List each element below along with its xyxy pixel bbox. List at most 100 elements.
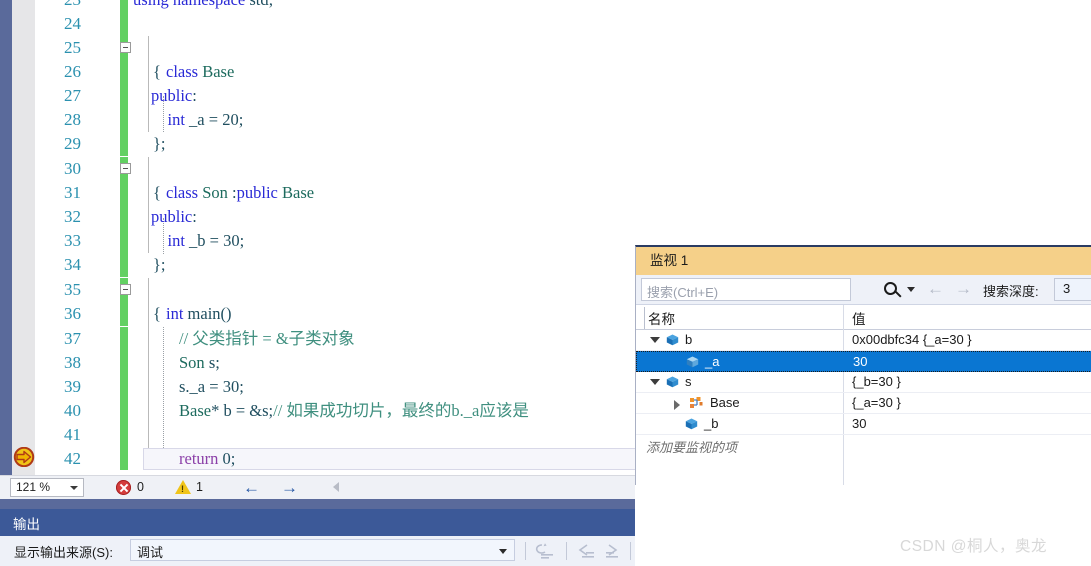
column-header-name[interactable]: 名称 (648, 308, 675, 328)
watch-row-value[interactable]: 30 (852, 416, 866, 431)
code-line[interactable]: 36 { (35, 302, 635, 327)
code-editor[interactable]: 23 using namespace std; 24 25 class Base… (35, 0, 635, 470)
search-depth-input[interactable]: 3 (1054, 278, 1091, 301)
collapse-toggle-icon[interactable] (120, 42, 131, 53)
editor-breakpoint-gutter[interactable] (12, 0, 35, 499)
toolbar-separator (525, 542, 526, 560)
code-text: public: (151, 207, 197, 226)
watch-row-selected[interactable]: _a 30 (636, 351, 1091, 372)
output-pane-toolbar: 显示输出来源(S): 调试 (0, 536, 635, 566)
line-number: 32 (64, 207, 81, 226)
zoom-level-combo[interactable]: 121 % (10, 478, 84, 497)
chevron-down-icon[interactable] (499, 549, 507, 554)
code-line[interactable]: 28 int _a = 20; (35, 108, 635, 133)
watch-search-input[interactable]: 搜索(Ctrl+E) (641, 278, 851, 301)
line-number: 40 (64, 401, 81, 420)
watch-add-item-row[interactable]: 添加要监视的项 (636, 435, 1091, 456)
line-number: 38 (64, 353, 81, 372)
code-line[interactable]: 26 { (35, 60, 635, 85)
expander-closed-icon[interactable] (674, 400, 680, 410)
change-bar (120, 181, 128, 206)
code-text: int _b = 30; (167, 231, 245, 250)
change-bar (120, 60, 128, 85)
code-line[interactable]: 23 using namespace std; (35, 0, 635, 13)
warning-count: 1 (196, 480, 203, 494)
code-line[interactable]: 24 (35, 12, 635, 37)
base-class-icon (688, 396, 704, 410)
line-number: 29 (64, 134, 81, 153)
code-line[interactable]: 39 s._a = 30; (35, 375, 635, 400)
code-line[interactable]: 41 (35, 423, 635, 448)
code-line[interactable]: 25 class Base (35, 36, 635, 81)
code-line[interactable]: 37 // 父类指针 = &子类对象 (35, 327, 635, 352)
code-line[interactable]: 32 public: (35, 205, 635, 230)
code-line[interactable]: 33 int _b = 30; (35, 229, 635, 254)
clear-output-button[interactable] (534, 540, 560, 562)
line-number: 26 (64, 62, 81, 81)
code-text: }; (153, 134, 166, 153)
code-text: using namespace std; (133, 0, 273, 12)
code-text: public: (151, 86, 197, 105)
code-text: Son s; (179, 353, 220, 372)
go-to-previous-message-button[interactable] (574, 540, 600, 562)
navigate-back-icon[interactable]: ← (243, 479, 260, 496)
change-bar (120, 229, 128, 254)
output-pane-title-bar[interactable]: 输出 (0, 509, 635, 536)
scroll-left-icon[interactable] (333, 482, 339, 492)
chevron-down-icon[interactable] (907, 287, 915, 292)
go-to-next-message-button[interactable] (602, 540, 628, 562)
line-number: 41 (64, 425, 81, 444)
watch-row-value[interactable]: 30 (853, 354, 867, 369)
variable-cube-icon (666, 334, 679, 346)
collapse-toggle-icon[interactable] (120, 284, 131, 295)
error-icon (116, 480, 131, 495)
code-line-current[interactable]: 42 return 0; (35, 447, 635, 470)
line-number: 34 (64, 255, 81, 274)
watch-row-name: b (685, 332, 693, 347)
chevron-down-icon[interactable] (70, 486, 78, 490)
watch-row[interactable]: Base {_a=30 } (636, 393, 1091, 414)
column-header-value[interactable]: 值 (852, 308, 866, 328)
vs-ide-window: 23 using namespace std; 24 25 class Base… (0, 0, 1091, 566)
left-dock-strip (0, 0, 12, 499)
output-source-value: 调试 (137, 545, 164, 560)
code-line[interactable]: 34 }; (35, 253, 635, 278)
code-line[interactable]: 27 public: (35, 84, 635, 109)
collapse-toggle-icon[interactable] (120, 163, 131, 174)
code-line[interactable]: 30 class Son :public Base (35, 157, 635, 202)
code-line[interactable]: 38 Son s; (35, 351, 635, 376)
watch-row-value[interactable]: {_b=30 } (852, 374, 901, 389)
search-previous-icon[interactable]: ← (927, 279, 944, 298)
column-divider[interactable] (644, 307, 645, 329)
line-number: 27 (64, 86, 81, 105)
code-line[interactable]: 35 int main() (35, 278, 635, 323)
change-bar (120, 447, 128, 470)
tab-watch-1[interactable]: 监视 1 (636, 247, 703, 275)
watch-row[interactable]: b 0x00dbfc34 {_a=30 } (636, 330, 1091, 351)
code-line[interactable]: 40 Base* b = &s;// 如果成功切片，最终的b._a应该是 (35, 399, 635, 424)
code-line[interactable]: 31 { (35, 181, 635, 206)
error-count: 0 (137, 480, 144, 494)
line-number: 36 (64, 304, 81, 323)
search-icon-handle (894, 290, 902, 298)
watch-row-name: s (685, 374, 692, 389)
code-text: { (153, 62, 161, 81)
watch-row-value[interactable]: 0x00dbfc34 {_a=30 } (852, 332, 972, 347)
navigate-forward-icon[interactable]: → (281, 479, 298, 496)
change-bar (120, 132, 128, 157)
change-bar (120, 253, 128, 278)
watch-row[interactable]: s {_b=30 } (636, 372, 1091, 393)
line-number: 37 (64, 329, 81, 348)
change-bar (120, 108, 128, 133)
code-text: Base* b = &s;// 如果成功切片，最终的b._a应该是 (179, 401, 529, 420)
expander-open-icon[interactable] (650, 379, 660, 385)
search-next-icon[interactable]: → (955, 279, 972, 298)
watch-toolbar: 搜索(Ctrl+E) ← → 搜索深度: 3 (636, 275, 1091, 305)
expander-open-icon[interactable] (650, 337, 660, 343)
watch-row[interactable]: _b 30 (636, 414, 1091, 435)
editor-status-bar: 121 % 0 ! 1 ← → (0, 475, 635, 499)
watch-row-value[interactable]: {_a=30 } (852, 395, 901, 410)
code-line[interactable]: 29 }; (35, 132, 635, 157)
zoom-level-value: 121 % (16, 480, 51, 494)
output-source-combo[interactable]: 调试 (130, 539, 515, 561)
